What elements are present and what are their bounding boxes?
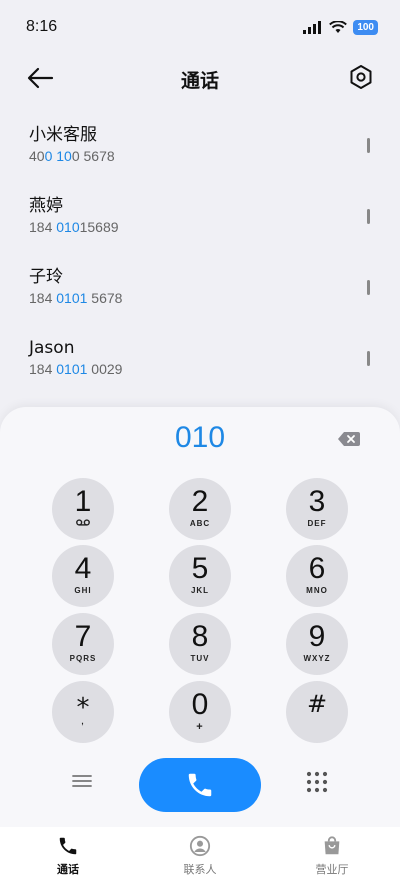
wifi-icon <box>329 21 348 33</box>
contact-detail-handle[interactable] <box>367 138 370 153</box>
contact-name: 小米客服 <box>29 125 97 145</box>
contact-person-icon <box>189 835 211 857</box>
dial-key-2[interactable]: 2 ABC <box>169 478 231 540</box>
contact-detail-handle[interactable] <box>367 209 370 224</box>
tab-label: 营业厅 <box>315 863 349 876</box>
tab-contacts[interactable]: 联系人 <box>150 835 250 877</box>
list-item[interactable]: Jason 184 0101 0029 <box>0 331 400 402</box>
shopping-bag-icon <box>324 836 340 855</box>
list-item[interactable]: 子玲 184 0101 5678 <box>0 260 400 331</box>
contact-detail-handle[interactable] <box>367 280 370 295</box>
voicemail-icon <box>76 519 90 526</box>
contact-list: 小米客服 400 100 5678 燕婷 184 01015689 子玲 184… <box>0 118 400 402</box>
bottom-nav: 通话 联系人 营业厅 <box>0 827 400 889</box>
dialpad-grid-icon[interactable] <box>306 771 328 793</box>
status-time: 8:16 <box>26 18 58 35</box>
dialpad-panel: 010 1 2 ABC 3 DEF 4 GHI 5 JKL 6 MNO 7 PQ… <box>0 407 400 827</box>
dial-key-1[interactable]: 1 <box>52 478 114 540</box>
tab-calls[interactable]: 通话 <box>18 835 118 877</box>
tab-label: 通话 <box>57 863 79 876</box>
dial-key-9[interactable]: 9 WXYZ <box>286 613 348 675</box>
dial-key-4[interactable]: 4 GHI <box>52 545 114 607</box>
dial-key-hash[interactable]: # <box>286 681 348 743</box>
contact-number: 184 01015689 <box>29 219 119 235</box>
contact-name: 燕婷 <box>29 196 63 216</box>
header: 通话 <box>0 56 400 100</box>
list-item[interactable]: 小米客服 400 100 5678 <box>0 118 400 189</box>
dial-key-5[interactable]: 5 JKL <box>169 545 231 607</box>
contact-detail-handle[interactable] <box>367 351 370 366</box>
settings-icon[interactable] <box>348 64 374 90</box>
dial-key-7[interactable]: 7 PQRS <box>52 613 114 675</box>
dial-key-0[interactable]: 0 + <box>169 681 231 743</box>
contact-name: Jason <box>29 338 75 358</box>
dial-key-8[interactable]: 8 TUV <box>169 613 231 675</box>
dial-key-6[interactable]: 6 MNO <box>286 545 348 607</box>
signal-icon <box>303 21 322 34</box>
tab-service-hall[interactable]: 营业厅 <box>282 835 382 877</box>
phone-icon <box>188 773 212 797</box>
tab-label: 联系人 <box>183 863 217 876</box>
battery-icon: 100 <box>353 20 378 35</box>
page-title: 通话 <box>180 70 219 92</box>
status-icons: 100 <box>303 20 378 35</box>
contact-number: 400 100 5678 <box>29 148 115 164</box>
dial-key-3[interactable]: 3 DEF <box>286 478 348 540</box>
status-bar: 8:16 100 <box>0 0 400 56</box>
dial-key-star[interactable]: * , <box>52 681 114 743</box>
list-item[interactable]: 燕婷 184 01015689 <box>0 189 400 260</box>
menu-icon[interactable] <box>72 773 92 789</box>
contact-number: 184 0101 5678 <box>29 290 123 306</box>
phone-icon <box>59 837 77 855</box>
contact-number: 184 0101 0029 <box>29 361 123 377</box>
call-button[interactable] <box>139 758 261 812</box>
backspace-icon[interactable] <box>338 432 360 446</box>
contact-name: 子玲 <box>29 267 63 287</box>
